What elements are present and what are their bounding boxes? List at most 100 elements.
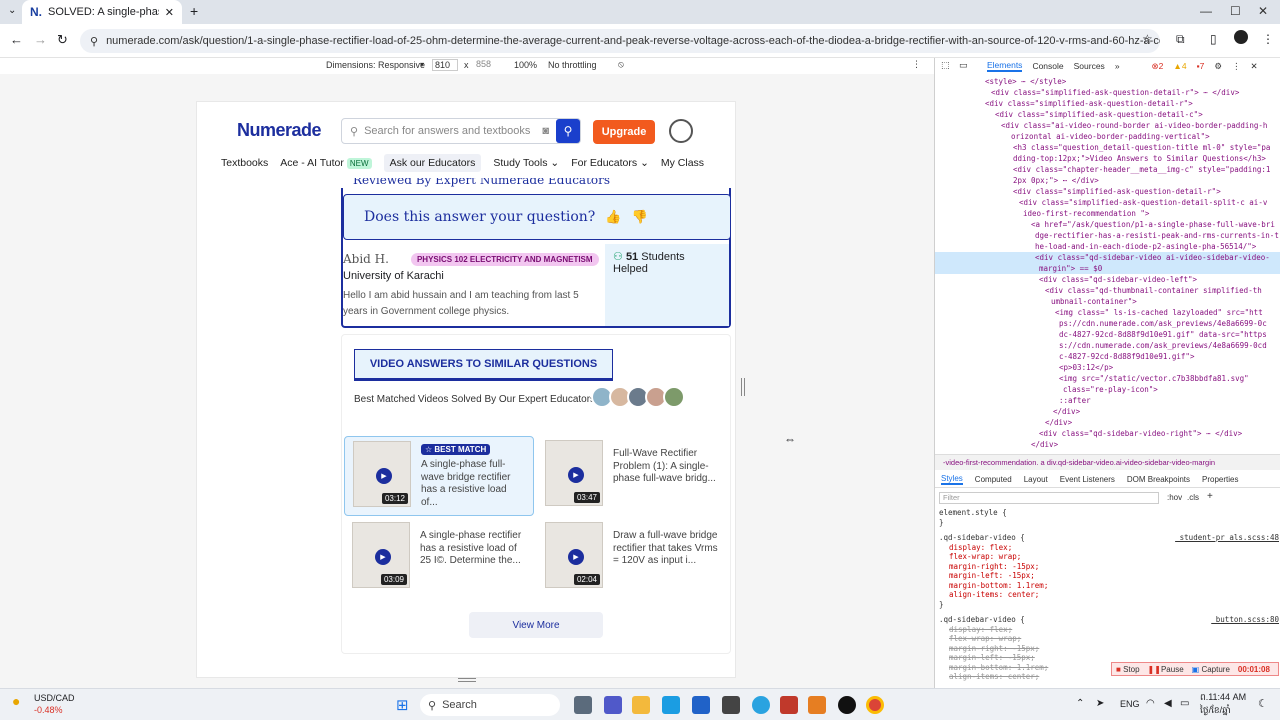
tray-send-icon[interactable]: ➤ — [1096, 698, 1104, 709]
telegram-icon[interactable] — [752, 696, 770, 714]
tab-sources[interactable]: Sources — [1074, 61, 1105, 71]
zoom-select[interactable]: 100% — [514, 60, 537, 70]
maximize-icon[interactable]: ☐ — [1230, 4, 1241, 18]
tab-elements[interactable]: Elements — [987, 60, 1023, 72]
user-account-icon[interactable] — [669, 119, 693, 143]
tab-layout[interactable]: Layout — [1024, 475, 1048, 484]
css-rule-line[interactable]: display: flex; — [939, 625, 1279, 635]
issue-count[interactable]: ▪7 — [1197, 61, 1205, 71]
search-box[interactable]: ⚲ Search for answers and textbooks ◙ ⚲ — [341, 118, 581, 144]
more-tabs-icon[interactable]: » — [1115, 61, 1120, 71]
file-explorer-icon[interactable] — [632, 696, 650, 714]
nav-ace-ai-tutor[interactable]: Ace - AI Tutor NEW — [280, 157, 372, 169]
resize-handle-bottom[interactable] — [458, 678, 476, 682]
css-rule-line[interactable]: flex-wrap: wrap; — [939, 552, 1279, 562]
menu-icon[interactable]: ⋮ — [1262, 32, 1274, 46]
nav-my-class[interactable]: My Class — [661, 157, 704, 169]
search-input[interactable]: Search for answers and textbooks — [364, 125, 530, 137]
css-source-link[interactable]: _student-pr_als.scss:48 — [1175, 533, 1279, 543]
throttle-select[interactable]: No throttling — [548, 60, 597, 70]
css-rule-line[interactable]: .qd-sidebar-video {_button.scss:80 — [939, 615, 1279, 625]
css-rule-line[interactable]: element.style { — [939, 508, 1279, 518]
add-rule-icon[interactable]: + — [1207, 491, 1213, 502]
dom-node-line[interactable]: 2px 0px;"> ⋯ </div> — [935, 175, 1280, 186]
dom-node-line[interactable]: <div class="ai-video-round-border ai-vid… — [935, 120, 1280, 131]
height-input[interactable]: 858 — [474, 59, 500, 69]
url-field[interactable]: ⚲ numerade.com/ask/question/1-a-single-p… — [80, 29, 1160, 53]
extensions-icon[interactable]: ⧉ — [1176, 32, 1185, 47]
reload-icon[interactable]: ↻ — [57, 32, 68, 48]
tab-computed[interactable]: Computed — [975, 475, 1012, 484]
css-rule-line[interactable]: display: flex; — [939, 543, 1279, 553]
nav-ask-educators[interactable]: Ask our Educators — [383, 154, 482, 172]
tab-properties[interactable]: Properties — [1202, 475, 1238, 484]
media-player-icon[interactable] — [838, 696, 856, 714]
tray-chevron-icon[interactable]: ⌃ — [1076, 698, 1084, 709]
wifi-icon[interactable]: ◠ — [1146, 698, 1155, 709]
dom-node-line[interactable]: <img src="/static/vector.c7b38bbdfa81.sv… — [935, 373, 1280, 384]
dom-node-line[interactable]: c-4827-92cd-8d88f9d10e91.gif"> — [935, 351, 1280, 362]
battery-icon[interactable]: ▭ — [1180, 698, 1189, 709]
edge-icon[interactable] — [662, 696, 680, 714]
dom-node-line[interactable]: <h3 class="question_detail-question-titl… — [935, 142, 1280, 153]
tab-event-listeners[interactable]: Event Listeners — [1060, 475, 1115, 484]
stop-button[interactable]: ■ Stop — [1116, 665, 1140, 674]
back-icon[interactable]: ← — [10, 32, 23, 47]
css-rule-line[interactable]: margin-left: -15px; — [939, 571, 1279, 581]
bookmark-star-icon[interactable]: ☆ — [1142, 32, 1153, 46]
notification-icon[interactable]: ☾ — [1258, 697, 1268, 710]
nav-study-tools[interactable]: Study Tools ⌄ — [493, 157, 559, 169]
capture-button[interactable]: ▣ Capture — [1192, 665, 1230, 674]
video-thumbnail[interactable]: ▶ 03:09 — [352, 522, 410, 588]
site-info-icon[interactable]: ⚲ — [90, 35, 98, 48]
weather-icon[interactable]: ● — [12, 693, 20, 709]
css-source-link[interactable]: _button.scss:80 — [1211, 615, 1279, 625]
browser-tab[interactable]: N. SOLVED: A single-phase rectifie ✕ — [22, 0, 182, 24]
close-window-icon[interactable]: ✕ — [1258, 4, 1268, 18]
dom-tree[interactable]: <style> ⋯ </style> <div class="simplified… — [935, 76, 1280, 454]
rotate-icon[interactable]: ⦸ — [618, 59, 624, 70]
dom-node-line[interactable]: dge-rectifier-has-a-resisti-peak-and-rms… — [935, 230, 1280, 241]
video-thumbnail[interactable]: ▶ 02:04 — [545, 522, 603, 588]
width-input[interactable]: 810 — [432, 59, 458, 71]
chrome-icon[interactable] — [866, 696, 884, 714]
clock-time[interactable]: ព.11:44 AM — [1200, 692, 1246, 705]
task-view-icon[interactable] — [574, 696, 592, 714]
dom-node-line[interactable]: <div class="simplified-ask-question-deta… — [935, 87, 1280, 98]
play-icon[interactable]: ▶ — [568, 549, 584, 565]
css-rule-line[interactable]: } — [939, 518, 1279, 528]
more-options-icon[interactable]: ⋮ — [1232, 61, 1241, 72]
video-title[interactable]: A single-phase rectifier has a resistive… — [420, 530, 526, 594]
app-icon[interactable] — [808, 696, 826, 714]
hov-toggle[interactable]: :hov — [1167, 493, 1182, 502]
dom-node-line[interactable]: <style> ⋯ </style> — [935, 76, 1280, 87]
video-card-1[interactable]: ▶ 03:12 ☆ BEST MATCH A single-phase full-w… — [344, 436, 534, 516]
tab-styles[interactable]: Styles — [941, 474, 963, 485]
dom-node-line[interactable]: ps://cdn.numerade.com/ask_previews/4e8a6… — [935, 318, 1280, 329]
dom-node-line[interactable]: dc-4827-92cd-8d88f9d10e91.gif" data-src=… — [935, 329, 1280, 340]
dom-node-line[interactable]: orizontal ai-video-border-padding-vertic… — [935, 131, 1280, 142]
dom-node-line[interactable]: s://cdn.numerade.com/ask_previews/4e8a66… — [935, 340, 1280, 351]
dimensions-select[interactable]: Dimensions: Responsive — [326, 60, 425, 70]
language-indicator[interactable]: ENG — [1120, 699, 1140, 709]
dom-node-line[interactable]: <a href="/ask/question/p1-a-single-phase… — [935, 219, 1280, 230]
pause-button[interactable]: ❚❚Pause — [1148, 665, 1184, 674]
css-rule-line[interactable]: align-items: center; — [939, 590, 1279, 600]
view-more-button[interactable]: View More — [469, 612, 603, 638]
dom-node-line[interactable]: class="re-play-icon"> — [935, 384, 1280, 395]
dom-node-line[interactable]: <div class="simplified-ask-question-deta… — [935, 186, 1280, 197]
dom-node-line[interactable]: umbnail-container"> — [935, 296, 1280, 307]
dom-node-line[interactable]: <div class="simplified-ask-question-deta… — [935, 109, 1280, 120]
dom-node-line[interactable]: </div> — [935, 406, 1280, 417]
css-rule-line[interactable]: .qd-sidebar-video {_student-pr_als.scss:… — [939, 533, 1279, 543]
css-rules[interactable]: element.style {} .qd-sidebar-video {_stud… — [939, 508, 1279, 682]
upgrade-button[interactable]: Upgrade — [593, 120, 655, 144]
dom-node-line[interactable]: he-load-and-in-each-diode-p2-asingle-pha… — [935, 241, 1280, 252]
video-title[interactable]: Full-Wave Rectifier Problem (1): A singl… — [613, 448, 719, 512]
tab-list-icon[interactable]: ⌄ — [8, 5, 16, 16]
nav-textbooks[interactable]: Textbooks — [221, 157, 268, 169]
ticker-name[interactable]: USD/CAD — [34, 693, 75, 703]
play-icon[interactable]: ▶ — [376, 468, 392, 484]
styles-filter-input[interactable]: Filter — [939, 492, 1159, 504]
settings-gear-icon[interactable]: ⚙ — [1214, 61, 1222, 72]
